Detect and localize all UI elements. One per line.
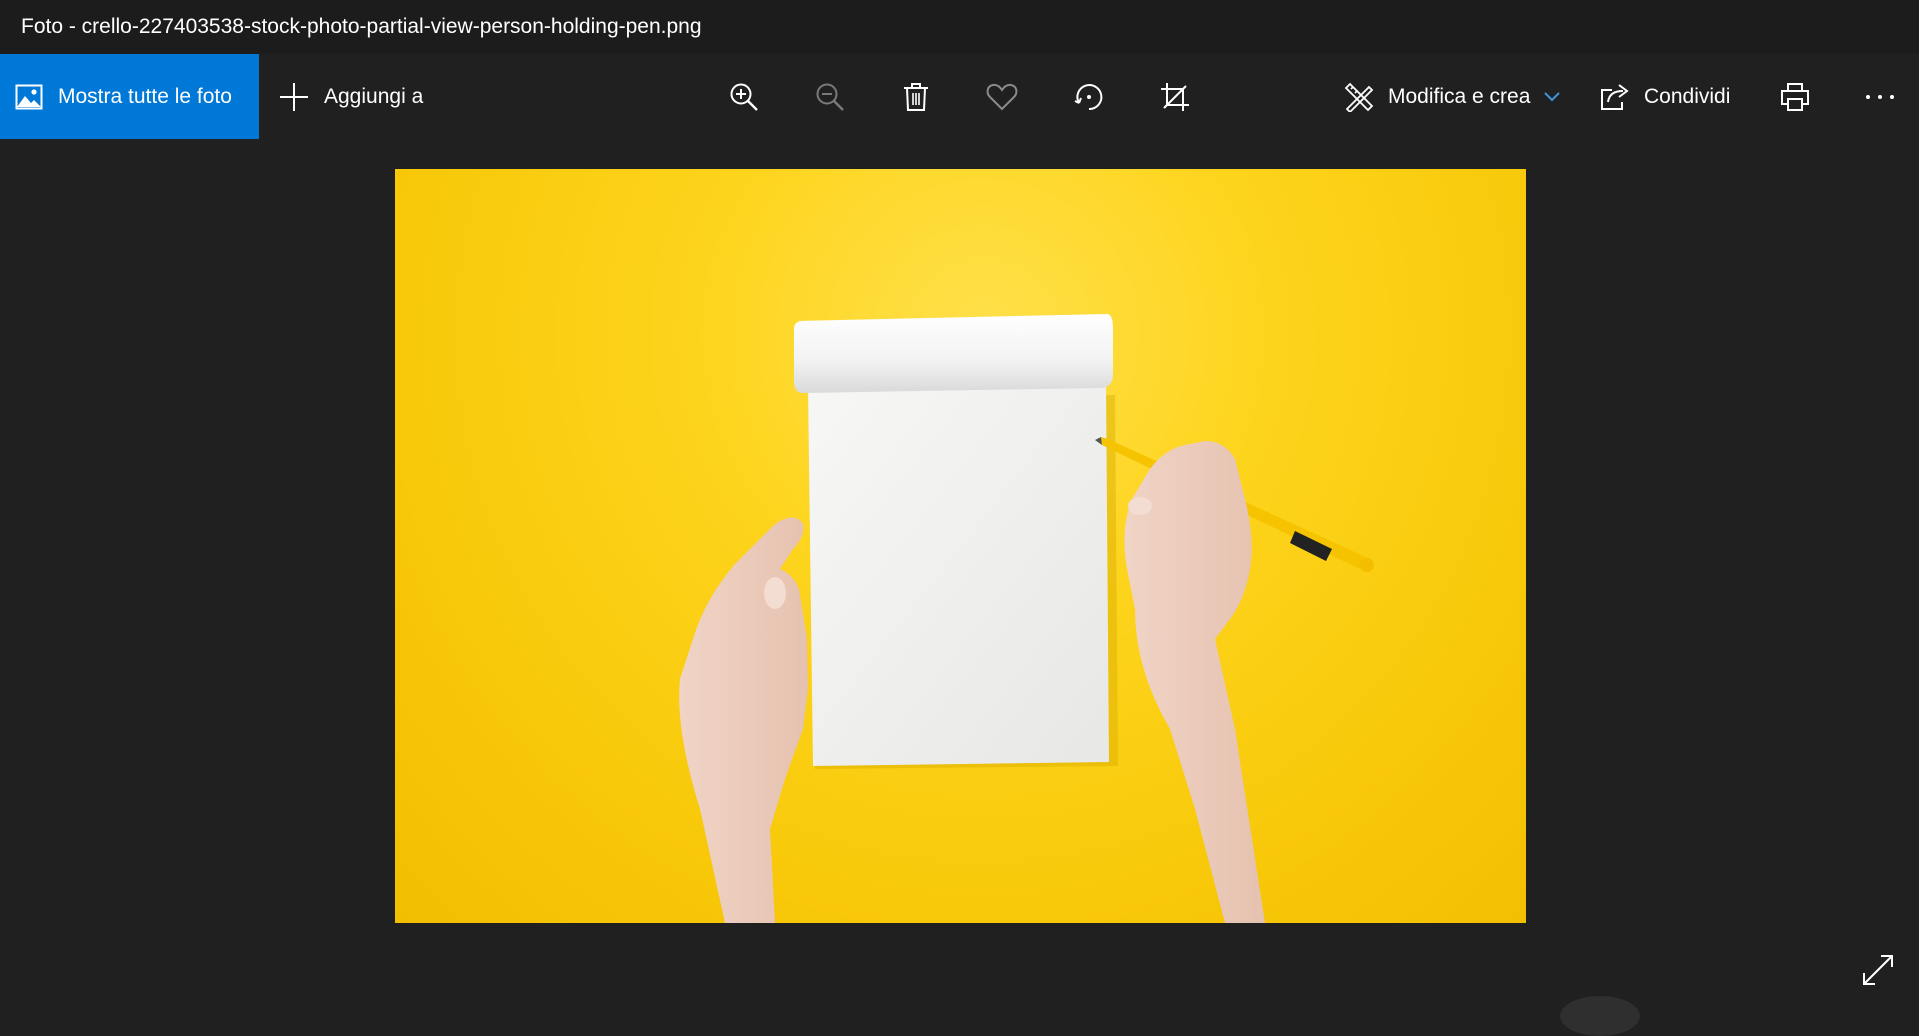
window-title: Foto - crello-227403538-stock-photo-part… — [21, 15, 702, 38]
rotate-button[interactable] — [1054, 54, 1124, 139]
add-to-button[interactable]: Aggiungi a — [279, 54, 423, 139]
photo-viewer-image — [395, 169, 1526, 923]
chevron-down-icon[interactable] — [1544, 91, 1561, 102]
favorite-button[interactable] — [967, 54, 1037, 139]
share-label: Condividi — [1644, 84, 1731, 108]
toolbar: Mostra tutte le foto Aggiungi a Modifica… — [0, 54, 1919, 139]
delete-button[interactable] — [881, 54, 951, 139]
rotate-icon — [1073, 81, 1105, 113]
trash-icon — [903, 82, 929, 112]
show-all-photos-label: Mostra tutte le foto — [58, 84, 232, 108]
window-title-bar: Foto - crello-227403538-stock-photo-part… — [0, 0, 1919, 54]
notepad — [808, 385, 1109, 766]
heart-icon — [986, 83, 1018, 111]
print-button[interactable] — [1760, 54, 1830, 139]
share-icon — [1600, 83, 1630, 111]
left-hand — [679, 517, 808, 923]
filmstrip-toggle[interactable] — [1560, 996, 1640, 1036]
expand-icon — [1861, 953, 1895, 987]
edit-create-label: Modifica e crea — [1388, 84, 1531, 108]
edit-create-icon — [1344, 82, 1374, 112]
plus-icon — [279, 82, 309, 112]
show-all-photos-button[interactable]: Mostra tutte le foto — [0, 54, 259, 139]
printer-icon — [1780, 82, 1810, 112]
add-to-label: Aggiungi a — [324, 84, 424, 108]
zoom-in-icon — [729, 82, 759, 112]
photos-icon — [15, 84, 43, 110]
crop-button[interactable] — [1140, 54, 1210, 139]
more-icon — [1865, 94, 1895, 100]
fullscreen-button[interactable] — [1858, 950, 1898, 990]
share-button[interactable]: Condividi — [1600, 54, 1730, 139]
crop-icon — [1160, 82, 1190, 112]
zoom-out-button[interactable] — [795, 54, 865, 139]
edit-create-button[interactable]: Modifica e crea — [1344, 54, 1561, 139]
zoom-in-button[interactable] — [709, 54, 779, 139]
zoom-out-icon — [815, 82, 845, 112]
more-options-button[interactable] — [1845, 54, 1915, 139]
notepad-roll — [794, 314, 1113, 393]
